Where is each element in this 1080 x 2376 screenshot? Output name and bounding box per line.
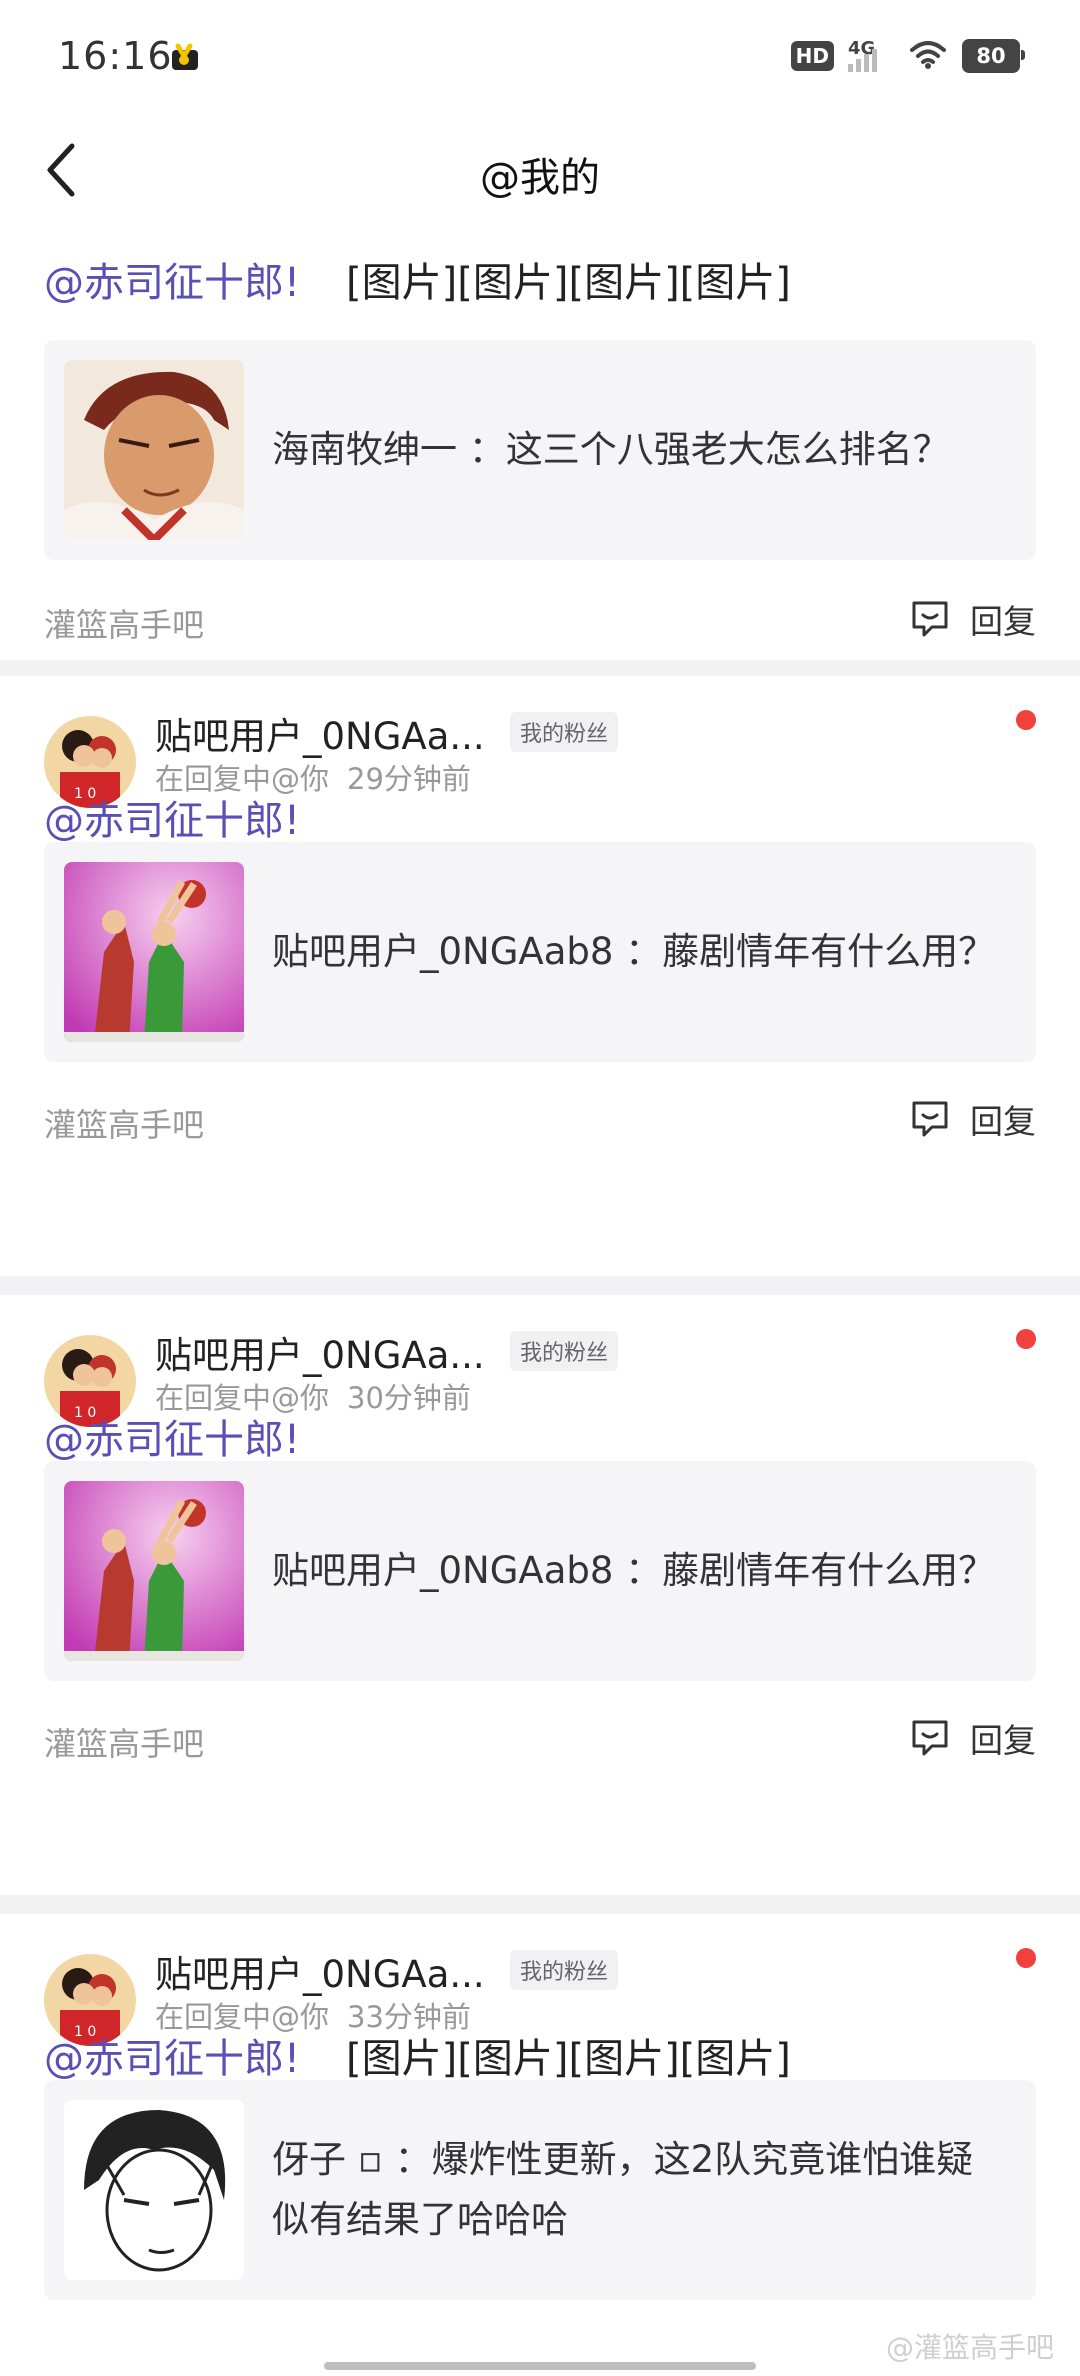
unread-dot — [1016, 1329, 1036, 1349]
mention-line: @赤司征十郎! [图片][图片][图片][图片] — [44, 2026, 791, 2084]
page-title: @我的 — [480, 155, 600, 201]
battery-level: 80 — [976, 44, 1006, 68]
attachments-text: [图片][图片][图片][图片] — [346, 2036, 791, 2082]
quote-thumbnail — [64, 360, 244, 540]
reply-label: 回复 — [970, 1102, 1036, 1141]
quote-text: 贴吧用户_0NGAab8 ：藤剧情年有什么用？ — [272, 1549, 996, 1592]
fan-badge: 我的粉丝 — [510, 712, 619, 752]
mention-line: @赤司征十郎! — [44, 788, 300, 846]
user-name[interactable]: 贴吧用户_0NGAa... — [155, 1325, 485, 1379]
reply-button[interactable]: 回复 — [908, 1714, 1036, 1762]
quoted-post[interactable]: 贴吧用户_0NGAab8 ：藤剧情年有什么用？ — [44, 1461, 1036, 1681]
reply-button[interactable]: 回复 — [908, 1095, 1036, 1143]
reply-label: 回复 — [970, 602, 1036, 641]
mention-card[interactable]: 1 0 贴吧用户_0NGAa... 我的粉丝 在回复中@你 33分钟前 @赤司征十… — [0, 1914, 1080, 2376]
user-name[interactable]: 贴吧用户_0NGAa... — [155, 706, 485, 760]
quote-thumbnail — [64, 862, 244, 1042]
mention-text[interactable]: @赤司征十郎! — [44, 1417, 300, 1463]
status-icons: HD 4G 80 — [790, 38, 1025, 74]
quote-text: 伢子 ▫ ：爆炸性更新，这2队究竟谁怕谁疑似有结果了哈哈哈 — [272, 2138, 974, 2241]
home-indicator[interactable] — [324, 2362, 756, 2370]
quoted-post[interactable]: 伢子 ▫ ：爆炸性更新，这2队究竟谁怕谁疑似有结果了哈哈哈 — [44, 2080, 1036, 2300]
mention-line: @赤司征十郎! [图片][图片][图片][图片] — [44, 250, 791, 308]
nav-bar: @我的 — [0, 115, 1080, 230]
unread-dot — [1016, 710, 1036, 730]
timestamp: 30分钟前 — [347, 1381, 471, 1415]
user-name[interactable]: 贴吧用户_0NGAa... — [155, 1944, 485, 1998]
comment-icon — [912, 601, 948, 637]
quote-text: 贴吧用户_0NGAab8 ：藤剧情年有什么用？ — [272, 930, 996, 973]
app-notification-icon — [170, 42, 204, 72]
forum-name[interactable]: 灌篮高手吧 — [44, 600, 204, 646]
unread-dot — [1016, 1948, 1036, 1968]
hd-icon: HD — [790, 41, 834, 71]
attachments-text: [图片][图片][图片][图片] — [346, 260, 791, 306]
fan-badge: 我的粉丝 — [510, 1950, 619, 1990]
quote-text: 海南牧绅一 ：这三个八强老大怎么排名？ — [272, 428, 950, 471]
mention-text[interactable]: @赤司征十郎! — [44, 260, 300, 306]
wifi-icon — [908, 38, 948, 74]
comment-icon — [912, 1720, 948, 1756]
status-bar: 16:16 HD 4G 80 — [0, 0, 1080, 115]
reply-button[interactable]: 回复 — [908, 595, 1036, 643]
reply-label: 回复 — [970, 1721, 1036, 1760]
quoted-post[interactable]: 贴吧用户_0NGAab8 ：藤剧情年有什么用？ — [44, 842, 1036, 1062]
quote-thumbnail — [64, 2100, 244, 2280]
timestamp: 29分钟前 — [347, 762, 471, 796]
signal-icon: 4G — [848, 38, 894, 74]
mention-text[interactable]: @赤司征十郎! — [44, 2036, 300, 2082]
mention-line: @赤司征十郎! — [44, 1407, 300, 1465]
mention-card[interactable]: 1 0 贴吧用户_0NGAa... 我的粉丝 在回复中@你 30分钟前 @赤司征十… — [0, 1295, 1080, 1895]
mention-text[interactable]: @赤司征十郎! — [44, 798, 300, 844]
fan-badge: 我的粉丝 — [510, 1331, 619, 1371]
quoted-post[interactable]: 海南牧绅一 ：这三个八强老大怎么排名？ — [44, 340, 1036, 560]
status-time: 16:16 — [58, 34, 173, 78]
quote-thumbnail — [64, 1481, 244, 1661]
mention-card[interactable]: @赤司征十郎! [图片][图片][图片][图片] 海南牧绅一 ：这三个八强老大怎么… — [0, 230, 1080, 660]
watermark: @灌篮高手吧 — [885, 2331, 1054, 2364]
forum-name[interactable]: 灌篮高手吧 — [44, 1719, 204, 1765]
battery-icon: 80 — [962, 39, 1025, 73]
mention-list[interactable]: @赤司征十郎! [图片][图片][图片][图片] 海南牧绅一 ：这三个八强老大怎么… — [0, 230, 1080, 2376]
forum-name[interactable]: 灌篮高手吧 — [44, 1100, 204, 1146]
mention-card[interactable]: 1 0 贴吧用户_0NGAa... 我的粉丝 在回复中@你 29分钟前 @赤司征十… — [0, 676, 1080, 1276]
comment-icon — [912, 1101, 948, 1137]
